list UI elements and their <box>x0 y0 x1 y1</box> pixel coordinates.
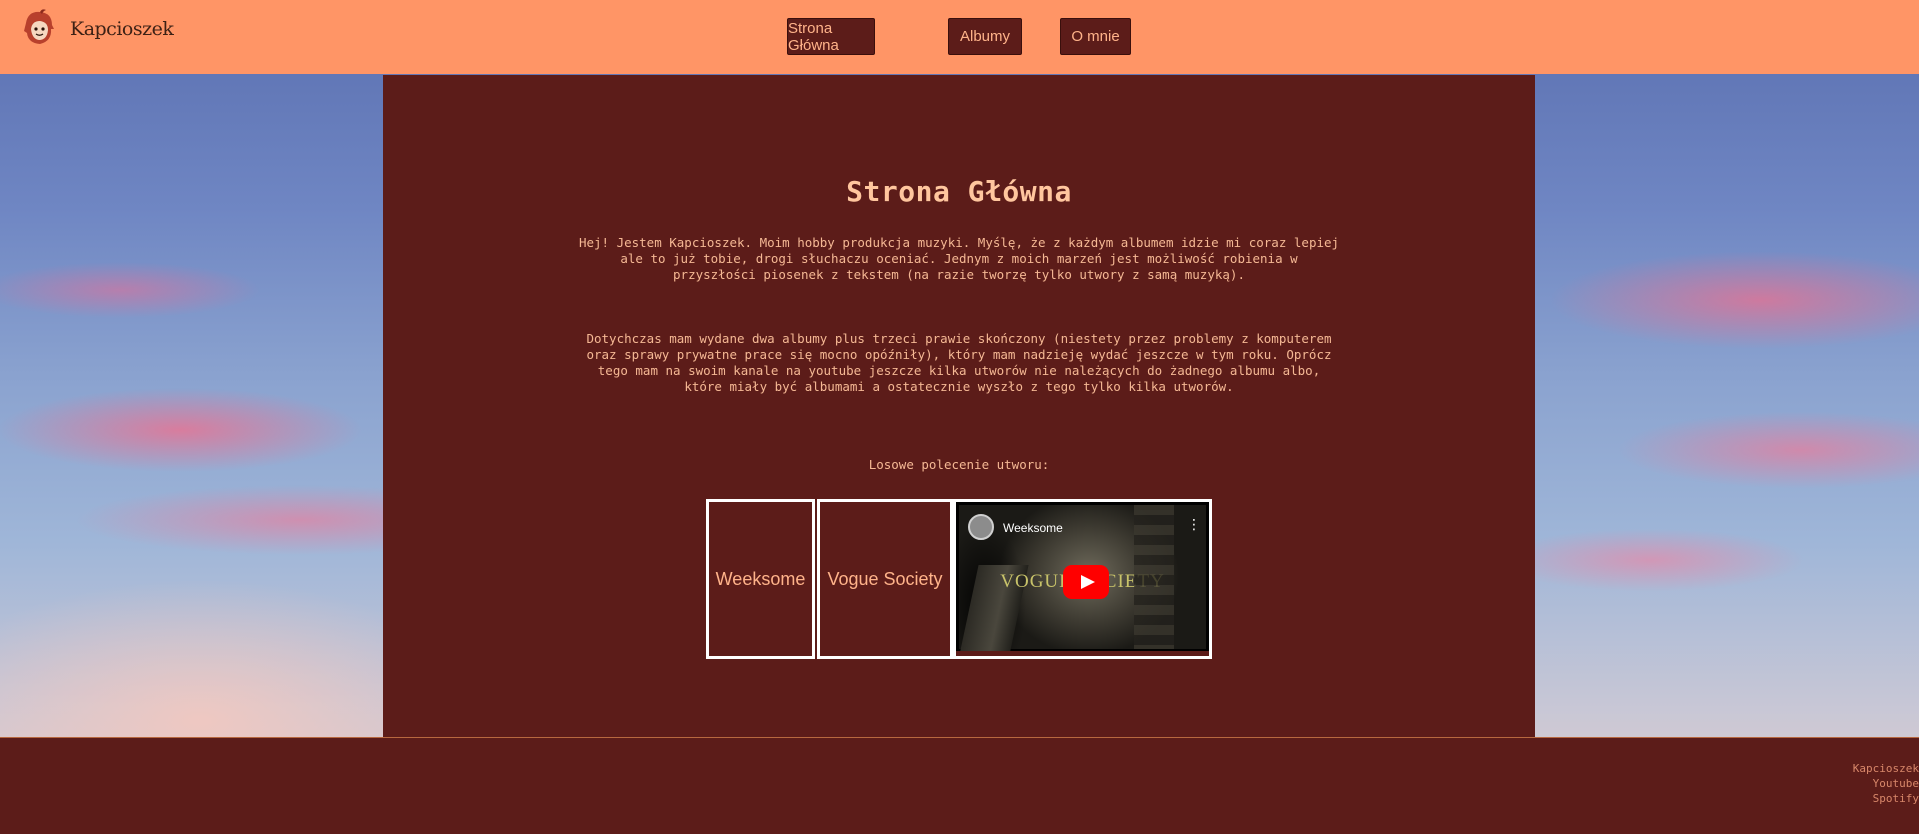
nav-home-button[interactable]: Strona Główna <box>787 18 875 55</box>
page-title: Strona Główna <box>846 175 1072 208</box>
footer-link-youtube[interactable]: Youtube <box>1853 776 1919 791</box>
youtube-video-embed[interactable]: VOGUE SOCIETY Weeksome ⋮ <box>953 499 1212 659</box>
albums-paragraph: Dotychczas mam wydane dwa albumy plus tr… <box>586 331 1332 394</box>
youtube-play-icon[interactable] <box>1063 565 1109 599</box>
footer-link-spotify[interactable]: Spotify <box>1853 791 1919 806</box>
video-title[interactable]: Weeksome <box>1003 521 1063 535</box>
nav-about-button[interactable]: O mnie <box>1060 18 1131 55</box>
recommended-artist-tile[interactable]: Weeksome <box>706 499 815 659</box>
recommendation-label: Losowe polecenie utworu: <box>868 457 1050 472</box>
brand-name[interactable]: Kapcioszek <box>70 18 174 40</box>
main-content: Strona Główna Hej! Jestem Kapcioszek. Mo… <box>383 75 1535 738</box>
intro-paragraph: Hej! Jestem Kapcioszek. Moim hobby produ… <box>578 235 1340 282</box>
footer-link-kapcioszek[interactable]: Kapcioszek <box>1853 761 1919 776</box>
header: Kapcioszek Strona Główna Albumy O mnie <box>0 0 1919 74</box>
more-vert-icon[interactable]: ⋮ <box>1187 518 1201 532</box>
footer-links: Kapcioszek Youtube Spotify <box>1853 761 1919 806</box>
channel-avatar-icon[interactable] <box>968 514 994 540</box>
video-bottom-bar <box>956 651 1209 656</box>
footer: Kapcioszek Youtube Spotify <box>0 737 1919 834</box>
recommended-album-tile[interactable]: Vogue Society <box>817 499 953 659</box>
video-thumbnail: VOGUE SOCIETY Weeksome ⋮ <box>959 505 1206 649</box>
nav-albums-button[interactable]: Albumy <box>948 18 1022 55</box>
kapcioszek-logo-icon[interactable] <box>22 9 56 49</box>
